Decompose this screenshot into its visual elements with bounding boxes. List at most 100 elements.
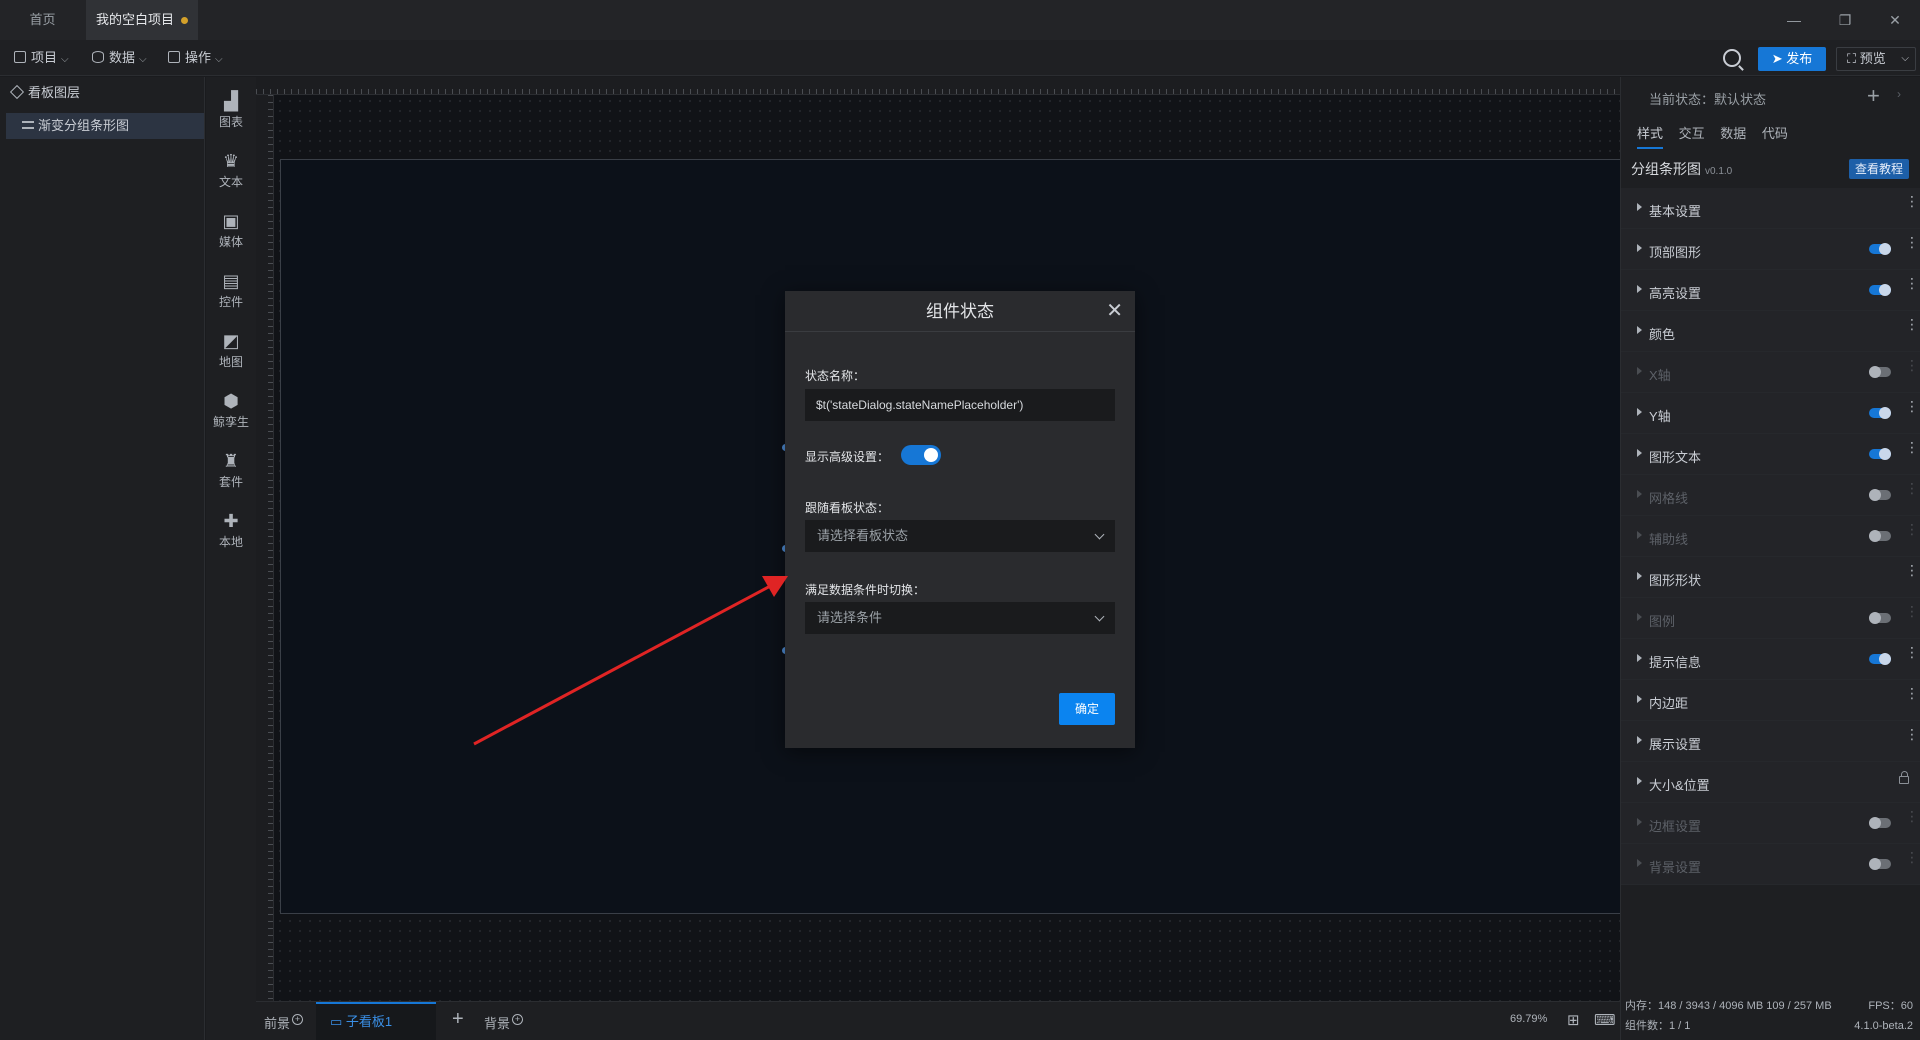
close-icon[interactable]: ✕	[1106, 291, 1123, 332]
section-row[interactable]: 顶部图形 ⋮	[1621, 229, 1920, 270]
section-row[interactable]: 颜色 ⋮	[1621, 311, 1920, 352]
component-media[interactable]: ▣ 媒体	[206, 209, 256, 257]
menu-operate[interactable]: 操作 ⌵	[168, 48, 223, 68]
dialog-title: 组件状态	[926, 302, 994, 321]
send-icon: ➤	[1771, 51, 1787, 66]
section-row[interactable]: 内边距 ⋮	[1621, 680, 1920, 721]
camera-icon: ▣	[222, 211, 240, 231]
section-row[interactable]: 大小&位置	[1621, 762, 1920, 803]
menu-data[interactable]: 数据 ⌵	[92, 48, 147, 68]
caret-right-icon	[1637, 449, 1642, 457]
publish-button[interactable]: ➤ 发布	[1758, 47, 1826, 71]
caret-right-icon	[1637, 244, 1642, 252]
section-row[interactable]: 辅助线 ⋮	[1621, 516, 1920, 557]
more-icon[interactable]: ⋮	[1905, 563, 1919, 577]
more-icon[interactable]: ⋮	[1905, 645, 1919, 659]
component-kit[interactable]: ♜ 套件	[206, 449, 256, 497]
section-toggle[interactable]	[1869, 284, 1891, 296]
add-state-icon[interactable]: +	[1867, 83, 1880, 109]
section-toggle[interactable]	[1869, 612, 1891, 624]
more-icon[interactable]: ⋮	[1905, 727, 1919, 741]
more-icon[interactable]: ⋮	[1905, 850, 1919, 864]
add-circle-icon[interactable]: +	[292, 1014, 304, 1025]
more-icon[interactable]: ⋮	[1905, 604, 1919, 618]
subboard-tab[interactable]: ▭ 子看板1	[316, 1002, 436, 1040]
section-label: 图例	[1649, 614, 1676, 629]
component-text[interactable]: ♛ 文本	[206, 149, 256, 197]
lock-icon[interactable]	[1899, 771, 1909, 784]
more-icon[interactable]: ⋮	[1905, 809, 1919, 823]
section-toggle[interactable]	[1869, 817, 1891, 829]
section-toggle[interactable]	[1869, 653, 1891, 665]
tab-code[interactable]: 代码	[1762, 121, 1788, 147]
section-toggle[interactable]	[1869, 366, 1891, 378]
section-toggle[interactable]	[1869, 243, 1891, 255]
section-row[interactable]: 图例 ⋮	[1621, 598, 1920, 639]
section-row[interactable]: 图形形状 ⋮	[1621, 557, 1920, 598]
component-control[interactable]: ▤ 控件	[206, 269, 256, 317]
component-label: 文本	[218, 175, 243, 189]
more-icon[interactable]: ⋮	[1905, 194, 1919, 208]
section-row[interactable]: 网格线 ⋮	[1621, 475, 1920, 516]
current-state[interactable]: 当前状态：默认状态	[1649, 89, 1766, 108]
more-icon[interactable]: ⋮	[1905, 481, 1919, 495]
background-tab[interactable]: 背景 +	[484, 1013, 524, 1032]
section-label: 大小&位置	[1649, 778, 1710, 793]
add-subboard-icon[interactable]: +	[452, 1008, 464, 1031]
more-icon[interactable]: ⋮	[1905, 399, 1919, 413]
restore-icon[interactable]: ❐	[1832, 8, 1858, 32]
more-icon[interactable]: ⋮	[1905, 686, 1919, 700]
chevron-right-icon[interactable]: ›	[1897, 87, 1901, 101]
section-label: 网格线	[1649, 491, 1689, 506]
section-row[interactable]: 图形文本 ⋮	[1621, 434, 1920, 475]
section-row[interactable]: 背景设置 ⋮	[1621, 844, 1920, 885]
section-row[interactable]: X轴 ⋮	[1621, 352, 1920, 393]
confirm-button[interactable]: 确定	[1059, 693, 1115, 725]
layer-item[interactable]: 渐变分组条形图	[6, 113, 204, 139]
advanced-settings-toggle[interactable]	[901, 445, 941, 465]
component-name: 分组条形图	[1631, 161, 1701, 177]
condition-placeholder: 请选择条件	[817, 610, 883, 625]
section-toggle[interactable]	[1869, 858, 1891, 870]
search-icon[interactable]	[1723, 49, 1741, 67]
fit-screen-icon[interactable]: ⊞	[1567, 1011, 1580, 1029]
minimize-icon[interactable]: —	[1781, 8, 1807, 32]
more-icon[interactable]: ⋮	[1905, 276, 1919, 290]
section-row[interactable]: 展示设置 ⋮	[1621, 721, 1920, 762]
menu-project[interactable]: 项目 ⌵	[14, 48, 69, 68]
more-icon[interactable]: ⋮	[1905, 235, 1919, 249]
section-row[interactable]: 边框设置 ⋮	[1621, 803, 1920, 844]
more-icon[interactable]: ⋮	[1905, 358, 1919, 372]
more-icon[interactable]: ⋮	[1905, 440, 1919, 454]
tab-data[interactable]: 数据	[1720, 121, 1746, 147]
section-toggle[interactable]	[1869, 530, 1891, 542]
tab-interaction[interactable]: 交互	[1679, 121, 1705, 147]
section-row[interactable]: 高亮设置 ⋮	[1621, 270, 1920, 311]
section-row[interactable]: 提示信息 ⋮	[1621, 639, 1920, 680]
more-icon[interactable]: ⋮	[1905, 522, 1919, 536]
component-twin[interactable]: ⬢ 鲸孪生	[206, 389, 256, 437]
fullscreen-icon: ⛶	[1847, 51, 1860, 66]
condition-select[interactable]: 请选择条件	[805, 602, 1115, 634]
more-icon[interactable]: ⋮	[1905, 317, 1919, 331]
keyboard-icon[interactable]: ⌨	[1594, 1011, 1616, 1029]
tutorial-button[interactable]: 查看教程	[1849, 159, 1909, 179]
preview-button[interactable]: ⛶ 预览 ⌵	[1836, 47, 1916, 71]
section-toggle[interactable]	[1869, 407, 1891, 419]
follow-state-select[interactable]: 请选择看板状态	[805, 520, 1115, 552]
component-map[interactable]: ◩ 地图	[206, 329, 256, 377]
tab-home[interactable]: 首页	[0, 0, 85, 40]
tab-style[interactable]: 样式	[1637, 121, 1664, 149]
tab-project[interactable]: 我的空白项目	[86, 0, 198, 40]
section-toggle[interactable]	[1869, 489, 1891, 501]
add-circle-icon[interactable]: +	[512, 1014, 524, 1025]
section-row[interactable]: 基本设置 ⋮	[1621, 188, 1920, 229]
section-toggle[interactable]	[1869, 448, 1891, 460]
foreground-tab[interactable]: 前景 +	[264, 1013, 304, 1032]
component-local[interactable]: ✚ 本地	[206, 509, 256, 557]
component-chart[interactable]: ▟ 图表	[206, 89, 256, 137]
puzzle-icon: ✚	[223, 511, 239, 531]
state-name-input[interactable]: $t('stateDialog.stateNamePlaceholder')	[805, 389, 1115, 421]
close-window-icon[interactable]: ✕	[1882, 8, 1908, 32]
section-row[interactable]: Y轴 ⋮	[1621, 393, 1920, 434]
